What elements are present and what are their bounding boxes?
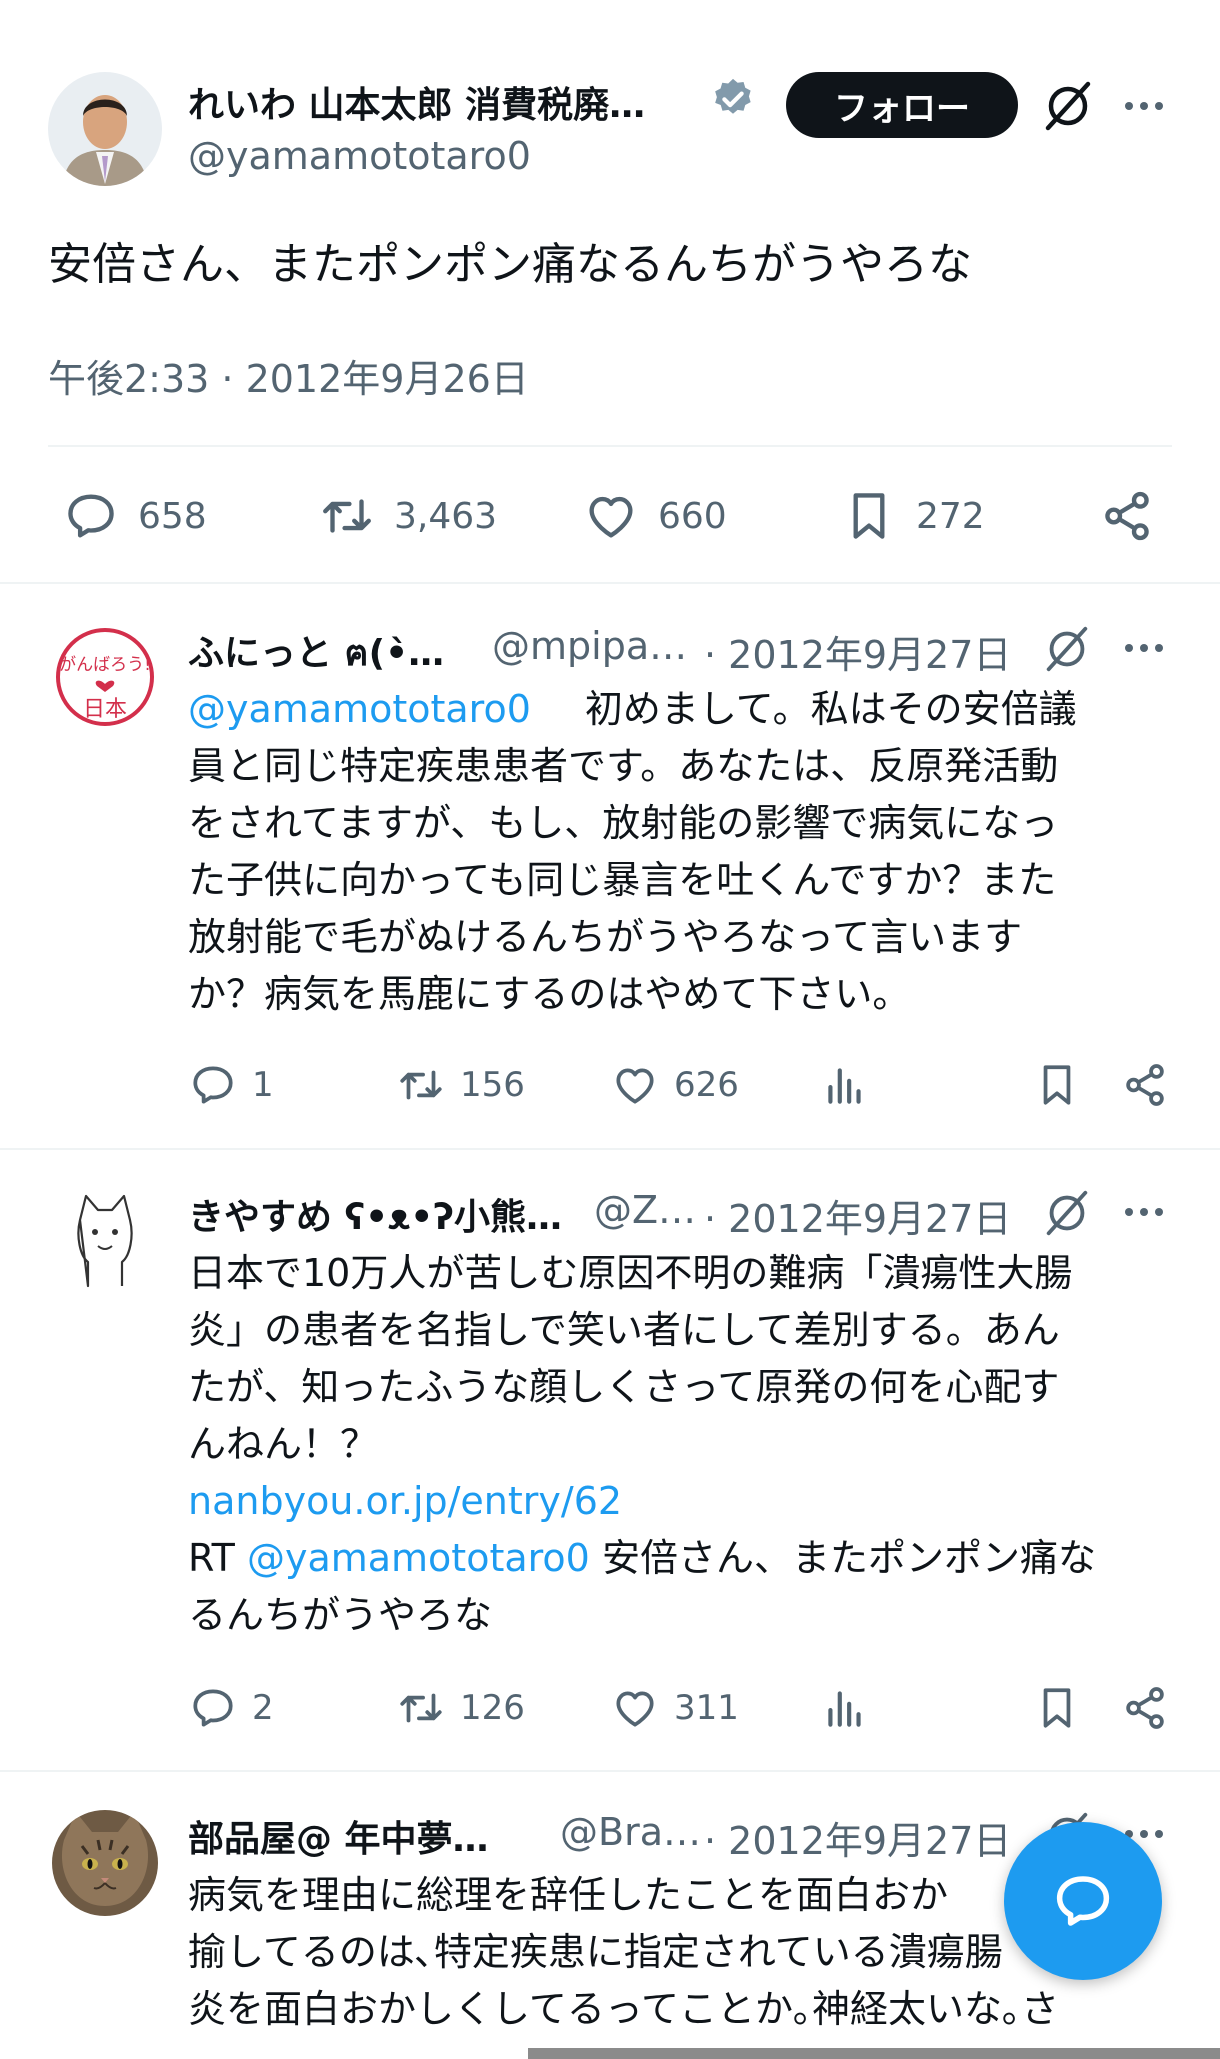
author-handle[interactable]: @yamamototaro0 xyxy=(188,134,531,178)
reply-author-name[interactable]: きやすめ ʕ•ᴥ•ʔ小熊… xyxy=(188,1188,562,1240)
avatar-text: がんばろう! xyxy=(59,655,151,675)
reply-avatar[interactable] xyxy=(52,1810,158,1916)
bookmark-button[interactable] xyxy=(1032,1683,1082,1733)
scroll-indicator xyxy=(528,2048,1220,2059)
bookmark-icon xyxy=(840,487,898,545)
verified-badge-icon xyxy=(710,76,756,122)
reply-date[interactable]: · 2012年9月27日 xyxy=(704,624,1011,679)
like-button[interactable]: 660 xyxy=(582,487,727,545)
reply-author-handle[interactable]: @Bra… xyxy=(560,1810,701,1854)
reply-author-name[interactable]: 部品屋@ 年中夢… xyxy=(188,1810,489,1862)
mention-link[interactable]: @yamamototaro0 xyxy=(247,1536,590,1580)
retweet-icon xyxy=(396,1683,446,1733)
author-avatar[interactable] xyxy=(48,72,162,186)
retweet-count: 156 xyxy=(460,1065,525,1105)
bookmark-icon xyxy=(1032,1060,1082,1110)
grok-icon[interactable] xyxy=(1040,78,1096,134)
divider xyxy=(0,1148,1220,1150)
reply-avatar[interactable]: がんばろう! 日本 xyxy=(52,624,158,730)
share-button[interactable] xyxy=(1120,1683,1170,1733)
reply-text: @yamamototaro0 初めまして。私はその安倍議 員と同じ特定疾患患者です… xyxy=(188,687,1077,1016)
reply-count: 1 xyxy=(252,1065,274,1105)
reply-count: 658 xyxy=(138,495,207,537)
bookmark-count: 272 xyxy=(916,495,985,537)
bookmark-button[interactable]: 272 xyxy=(840,487,985,545)
tweet-text: 安倍さん、またポンポン痛なるんちがうやろな xyxy=(48,239,972,290)
retweet-icon xyxy=(318,487,376,545)
retweet-button[interactable]: 156 xyxy=(396,1060,525,1110)
bookmark-button[interactable] xyxy=(1032,1060,1082,1110)
reply-date[interactable]: · 2012年9月27日 xyxy=(704,1810,1011,1865)
divider xyxy=(48,445,1172,447)
reply-count: 2 xyxy=(252,1688,274,1728)
more-options-icon[interactable] xyxy=(1122,628,1166,668)
compose-reply-button[interactable] xyxy=(1004,1822,1162,1980)
heart-icon xyxy=(610,1683,660,1733)
more-options-icon[interactable] xyxy=(1122,86,1166,126)
analytics-icon xyxy=(820,1060,870,1110)
divider xyxy=(0,1770,1220,1772)
follow-button[interactable]: フォロー xyxy=(786,72,1018,138)
views-button[interactable] xyxy=(820,1060,870,1110)
heart-icon xyxy=(610,1060,660,1110)
retweet-button[interactable]: 126 xyxy=(396,1683,525,1733)
reply-date[interactable]: · 2012年9月27日 xyxy=(704,1188,1011,1243)
share-button[interactable] xyxy=(1098,487,1156,545)
retweet-icon xyxy=(396,1060,446,1110)
share-icon xyxy=(1120,1060,1170,1110)
mention-link[interactable]: @yamamototaro0 xyxy=(188,687,531,731)
share-icon xyxy=(1098,487,1156,545)
reply-button[interactable]: 658 xyxy=(62,487,207,545)
like-count: 626 xyxy=(674,1065,739,1105)
grok-icon[interactable] xyxy=(1040,622,1094,676)
reply-icon xyxy=(62,487,120,545)
like-count: 660 xyxy=(658,495,727,537)
retweet-button[interactable]: 3,463 xyxy=(318,487,497,545)
tweet-timestamp[interactable]: 午後2:33 · 2012年9月26日 xyxy=(48,348,529,403)
reply-button[interactable]: 2 xyxy=(188,1683,274,1733)
like-count: 311 xyxy=(674,1688,739,1728)
reply-avatar[interactable] xyxy=(52,1186,158,1292)
reply-icon xyxy=(188,1060,238,1110)
share-icon xyxy=(1120,1683,1170,1733)
share-button[interactable] xyxy=(1120,1060,1170,1110)
author-name[interactable]: れいわ 山本太郎 消費税廃… xyxy=(188,76,645,128)
external-link[interactable]: nanbyou.or.jp/entry/62 xyxy=(188,1479,622,1523)
reply-button[interactable]: 1 xyxy=(188,1060,274,1110)
avatar-text: 日本 xyxy=(83,697,127,722)
views-button[interactable] xyxy=(820,1683,870,1733)
retweet-count: 126 xyxy=(460,1688,525,1728)
analytics-icon xyxy=(820,1683,870,1733)
reply-bubble-icon xyxy=(1050,1868,1116,1934)
reply-icon xyxy=(188,1683,238,1733)
more-options-icon[interactable] xyxy=(1122,1192,1166,1232)
divider xyxy=(0,582,1220,584)
reply-author-handle[interactable]: @mpipa… xyxy=(492,624,687,668)
retweet-count: 3,463 xyxy=(394,495,498,537)
like-button[interactable]: 311 xyxy=(610,1683,739,1733)
bookmark-icon xyxy=(1032,1683,1082,1733)
like-button[interactable]: 626 xyxy=(610,1060,739,1110)
heart-icon xyxy=(582,487,640,545)
reply-author-name[interactable]: ふにっと ฅ(•̀… xyxy=(188,624,444,681)
grok-icon[interactable] xyxy=(1040,1186,1094,1240)
reply-author-handle[interactable]: @Z… xyxy=(594,1188,696,1232)
reply-text: 日本で10万人が苦しむ原因不明の難病「潰瘍性大腸 炎」の患者を名指しで笑い者にし… xyxy=(188,1251,1096,1637)
